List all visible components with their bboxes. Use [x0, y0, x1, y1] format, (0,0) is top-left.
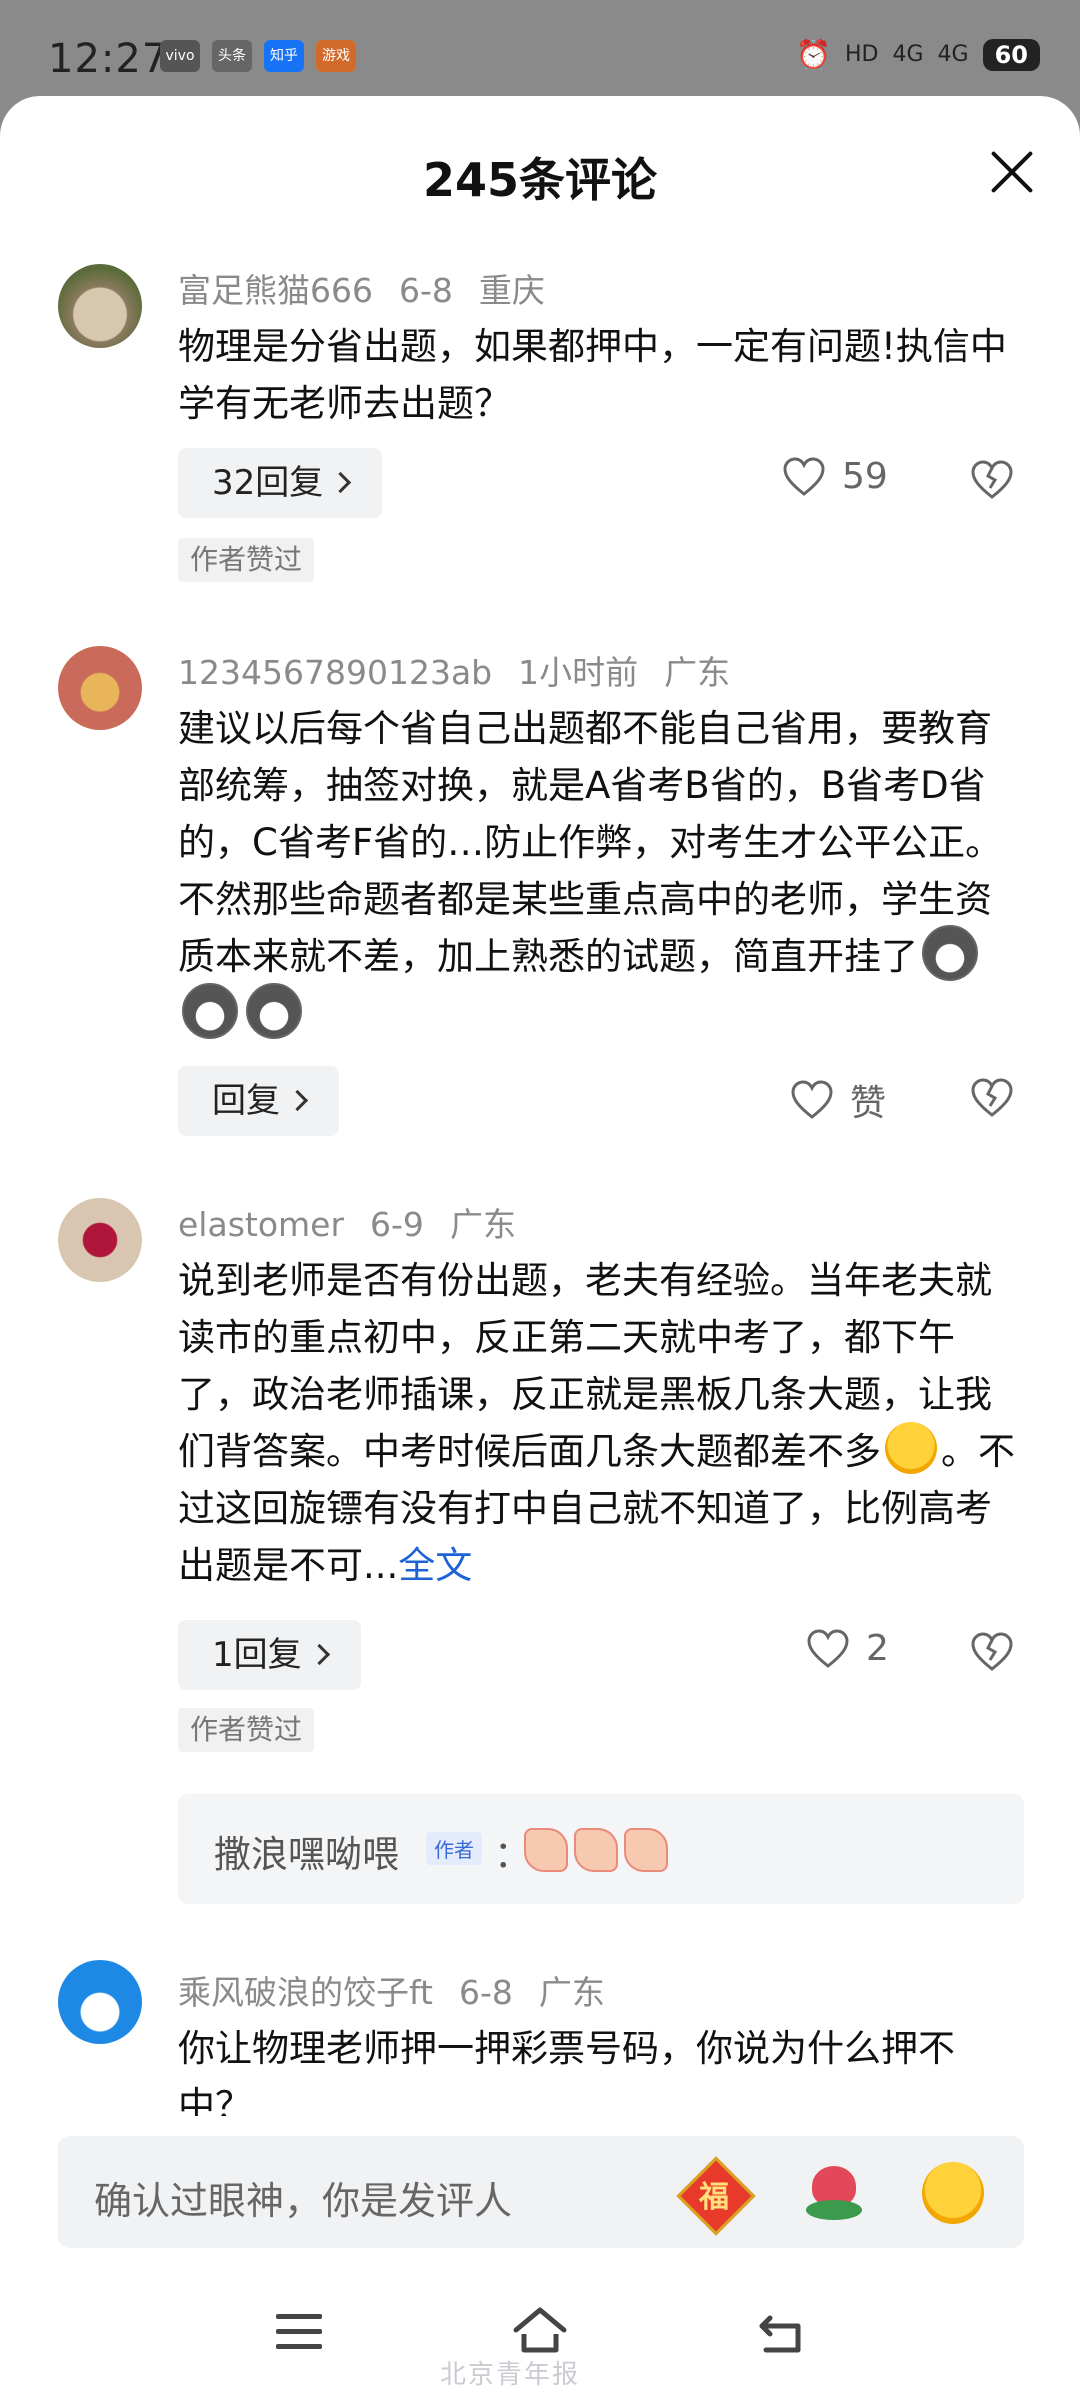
vivo-app-icon: vivo	[160, 40, 200, 72]
hd-icon: HD	[845, 42, 879, 67]
comments-sheet: 245条评论 富足熊猫666 6-8 重庆 物理是分省出题，如果都押中，一定有问题!…	[0, 96, 1080, 2400]
fu-sticker-icon[interactable]: 福	[676, 2156, 756, 2236]
back-icon[interactable]	[756, 2312, 806, 2360]
system-navigation-bar: 北京青年报	[0, 2272, 1080, 2400]
comment-text[interactable]: 你让物理老师押一押彩票号码，你说为什么押不中？	[178, 2020, 1028, 2116]
comment-meta: 乘风破浪的饺子ft 6-8 广东	[178, 1966, 631, 2014]
rose-leaf	[806, 2200, 862, 2220]
comment-location: 广东	[538, 1973, 605, 2012]
comment-input-bar[interactable]: 确认过眼神，你是发评人 福	[58, 2136, 1024, 2248]
signal-4g-icon-2: 4G	[937, 42, 969, 67]
signal-4g-icon: 4G	[892, 42, 924, 67]
status-bar: 12:27 vivo 头条 知乎 游戏 ⏰ HD 4G 4G 60	[0, 0, 1080, 100]
avatar[interactable]	[58, 1960, 142, 2044]
status-time: 12:27	[48, 36, 169, 82]
laughing-crying-emoji-icon[interactable]	[922, 2162, 984, 2224]
watermark: 北京青年报	[440, 2360, 581, 2390]
comment-username[interactable]: 乘风破浪的饺子ft	[178, 1973, 433, 2012]
comment-item: 乘风破浪的饺子ft 6-8 广东 你让物理老师押一押彩票号码，你说为什么押不中？	[0, 96, 1080, 2116]
comment-input-placeholder[interactable]: 确认过眼神，你是发评人	[94, 2170, 512, 2225]
battery-icon: 60	[982, 38, 1040, 71]
rose-emoji-icon[interactable]	[802, 2162, 864, 2224]
status-system-icons: ⏰ HD 4G 4G 60	[796, 38, 1040, 71]
home-icon[interactable]	[510, 2304, 570, 2360]
status-notification-icons: vivo 头条 知乎 游戏	[160, 40, 356, 72]
fu-text: 福	[699, 2180, 729, 2215]
toutiao-app-icon: 头条	[212, 40, 252, 72]
alarm-icon: ⏰	[796, 38, 832, 71]
game-app-icon: 游戏	[316, 40, 356, 72]
menu-icon[interactable]	[276, 2314, 322, 2359]
comment-date: 6-8	[458, 1973, 513, 2012]
zhihu-app-icon: 知乎	[264, 40, 304, 72]
